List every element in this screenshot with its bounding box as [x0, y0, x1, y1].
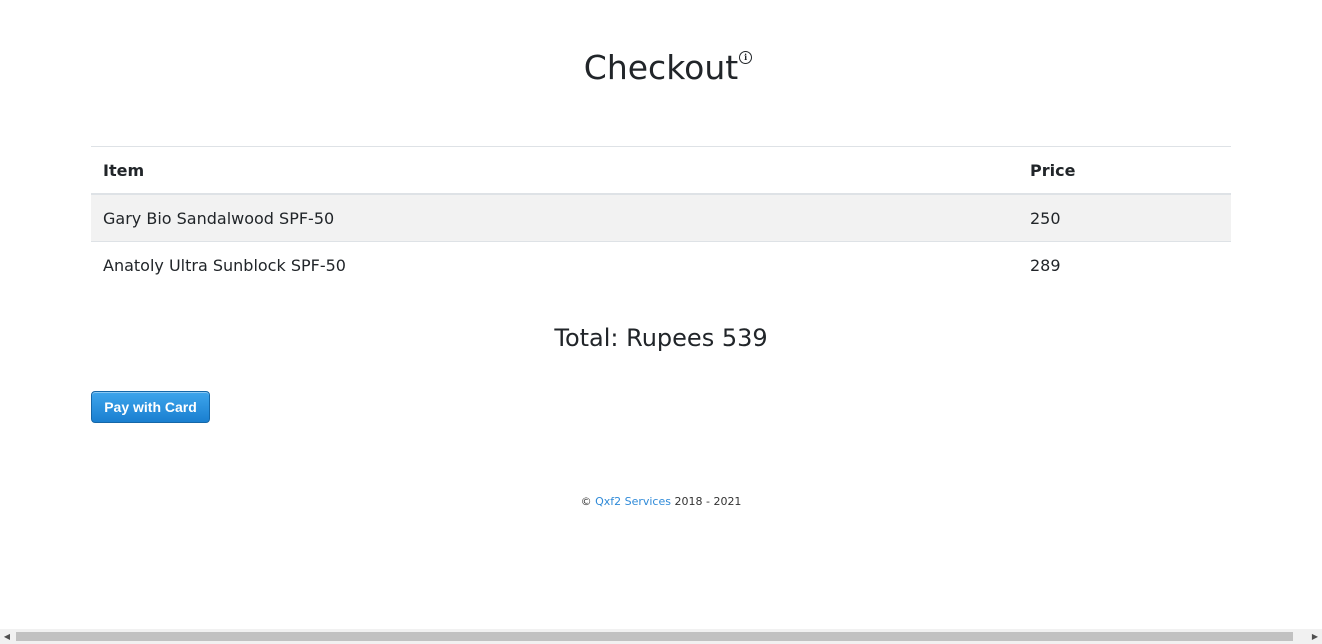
info-circle-icon[interactable]: i: [739, 51, 753, 64]
item-price: 250: [1030, 208, 1061, 228]
table-header-row: Item Price: [91, 146, 1231, 195]
table-row: Gary Bio Sandalwood SPF-50 250: [91, 194, 1231, 242]
horizontal-scrollbar[interactable]: ◀ ▶: [0, 629, 1322, 644]
checkout-page: Checkout i Item Price Gary Bio Sandalwoo…: [0, 0, 1322, 644]
scrollbar-thumb[interactable]: [16, 632, 1293, 641]
item-price: 289: [1018, 241, 1231, 288]
page-title: Checkout i: [583, 46, 753, 90]
copyright-symbol: ©: [580, 495, 592, 508]
scroll-right-icon[interactable]: ▶: [1308, 629, 1322, 644]
column-header-item: Item: [91, 146, 1018, 195]
company-link[interactable]: Qxf2 Services: [595, 495, 671, 508]
scroll-left-icon[interactable]: ◀: [0, 629, 14, 644]
cart-table: Item Price Gary Bio Sandalwood SPF-50 25…: [91, 146, 1231, 288]
total-amount: Total: Rupees 539: [554, 324, 768, 352]
cart-table-container: Item Price Gary Bio Sandalwood SPF-50 25…: [91, 146, 1231, 288]
footer: © Qxf2 Services 2018 - 2021: [0, 495, 1322, 508]
item-name: Gary Bio Sandalwood SPF-50: [103, 208, 335, 228]
table-row: Anatoly Ultra Sunblock SPF-50 289: [91, 241, 1231, 288]
header: Checkout i: [0, 46, 1322, 90]
copyright-years: 2018 - 2021: [674, 495, 742, 508]
item-name: Anatoly Ultra Sunblock SPF-50: [91, 241, 1018, 288]
column-header-price: Price: [1018, 146, 1231, 195]
pay-with-card-button[interactable]: Pay with Card: [91, 391, 210, 423]
page-title-text: Checkout: [583, 48, 739, 87]
